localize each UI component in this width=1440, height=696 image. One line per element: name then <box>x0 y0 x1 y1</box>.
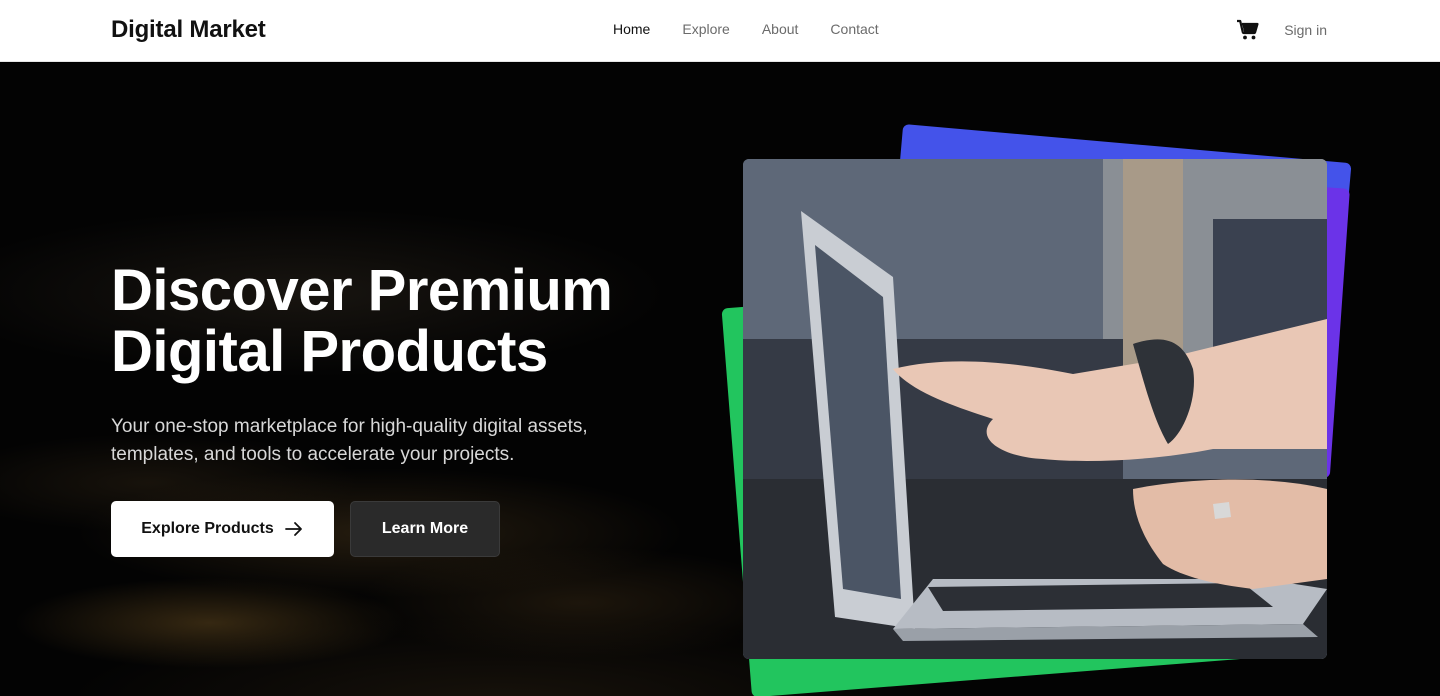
arrow-right-icon <box>284 522 302 536</box>
nav-actions: Sign in <box>1236 18 1327 42</box>
learn-more-button[interactable]: Learn More <box>350 501 500 557</box>
hero-image-laptop <box>743 159 1327 659</box>
laptop-illustration <box>743 159 1327 659</box>
cart-icon[interactable] <box>1236 18 1260 42</box>
explore-products-button[interactable]: Explore Products <box>111 501 334 557</box>
explore-products-label: Explore Products <box>141 520 274 537</box>
brand-logo[interactable]: Digital Market <box>111 16 266 44</box>
hero-headline: Discover Premium Digital Products <box>111 260 711 382</box>
signin-link[interactable]: Sign in <box>1284 22 1327 38</box>
nav-link-home[interactable]: Home <box>613 21 650 37</box>
nav-link-contact[interactable]: Contact <box>830 21 878 37</box>
hero-headline-line1: Discover Premium <box>111 258 613 323</box>
nav-link-about[interactable]: About <box>762 21 799 37</box>
top-navbar: Digital Market Home Explore About Contac… <box>0 0 1440 62</box>
learn-more-label: Learn More <box>381 520 469 537</box>
hero-section: Discover Premium Digital Products Your o… <box>0 63 1440 696</box>
nav-link-explore[interactable]: Explore <box>682 21 729 37</box>
main-nav: Home Explore About Contact <box>613 21 879 37</box>
hero-subtext: Your one-stop marketplace for high-quali… <box>111 416 588 465</box>
hero-headline-line2: Digital Products <box>111 319 548 384</box>
